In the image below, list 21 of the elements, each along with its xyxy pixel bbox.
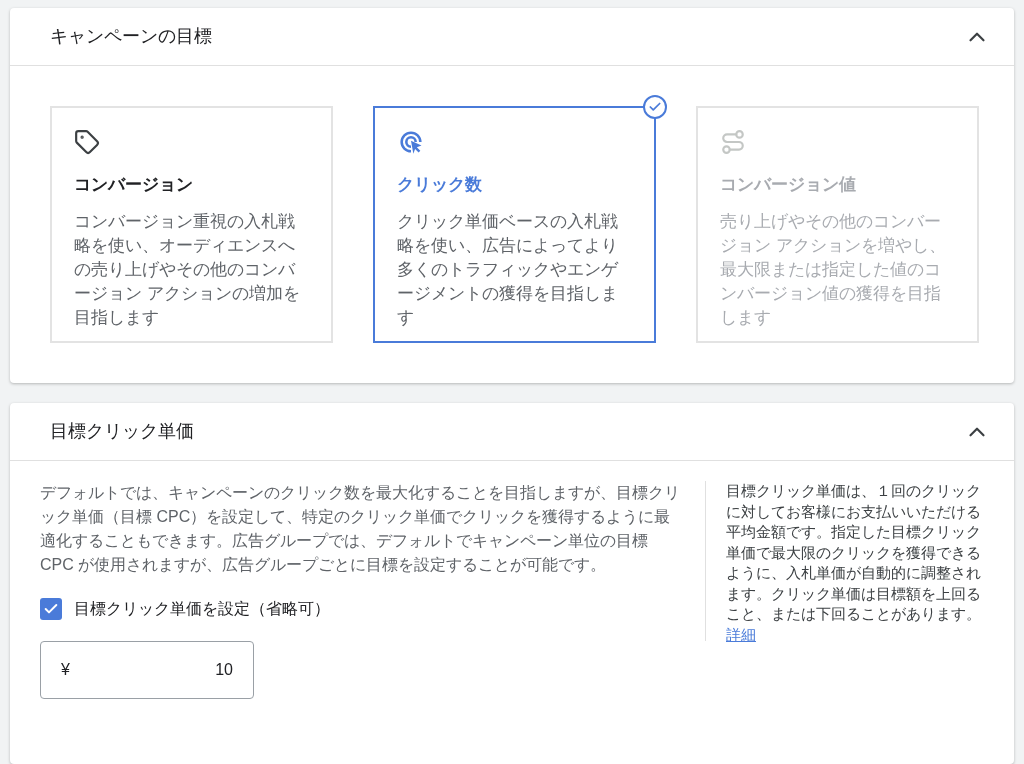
checkbox-label: 目標クリック単価を設定（省略可）	[74, 599, 330, 619]
option-description: クリック単価ベースの入札戦略を使い、広告によってより多くのトラフィックやエンゲージメントの獲得を目指します	[397, 210, 620, 329]
currency-symbol: ¥	[61, 660, 70, 680]
option-title: コンバージョン値	[720, 174, 857, 196]
checkbox[interactable]	[40, 598, 62, 620]
option-title: コンバージョン	[74, 174, 194, 196]
panel-title: 目標クリック単価	[50, 420, 194, 443]
goal-option-card[interactable]: クリック数 クリック単価ベースの入札戦略を使い、広告によってより多くのトラフィックやエンゲージメントの獲得を目指します	[373, 106, 656, 343]
panel-title: キャンペーンの目標	[50, 25, 212, 48]
option-description: 売り上げやその他のコンバージョン アクションを増やし、最大限または指定した値のコンバージョン値の獲得を目指します	[720, 210, 947, 329]
cpc-description: デフォルトでは、キャンペーンのクリック数を最大化することを目指しますが、目標クリック単価（目標 CPC）を設定して、特定のクリック単価でクリックを獲得するように最適化することもできます。広告グループでは、デフォルトでキャンペーン単位の目標 CPC が使用されますが、広告グループごとに目標を設定することが可能です。	[40, 483, 681, 575]
option-description: コンバージョン重視の入札戦略を使い、オーディエンスへの売り上げやその他のコンバージョン アクションの増加を目指します	[74, 210, 301, 329]
amount-field[interactable]: ¥ 10	[40, 641, 254, 699]
learn-more-link[interactable]: 詳細	[726, 626, 756, 643]
option-title: クリック数	[397, 174, 483, 196]
help-text: 目標クリック単価は、１回のクリックに対してお客様にお支払いいただける平均金額です。指定した目標クリック単価で最大限のクリックを獲得できるように、入札単価が自動的に調整されます。クリック単価は目標額を上回ること、または下回ることがあります。 詳細	[726, 482, 982, 645]
route-icon	[720, 129, 746, 155]
click-target-icon	[397, 128, 425, 156]
tag-icon	[74, 129, 100, 155]
goal-option-card[interactable]: コンバージョン コンバージョン重視の入札戦略を使い、オーディエンスへの売り上げやその他のコンバージョン アクションの増加を目指します	[50, 106, 333, 343]
amount-value: 10	[215, 660, 233, 680]
